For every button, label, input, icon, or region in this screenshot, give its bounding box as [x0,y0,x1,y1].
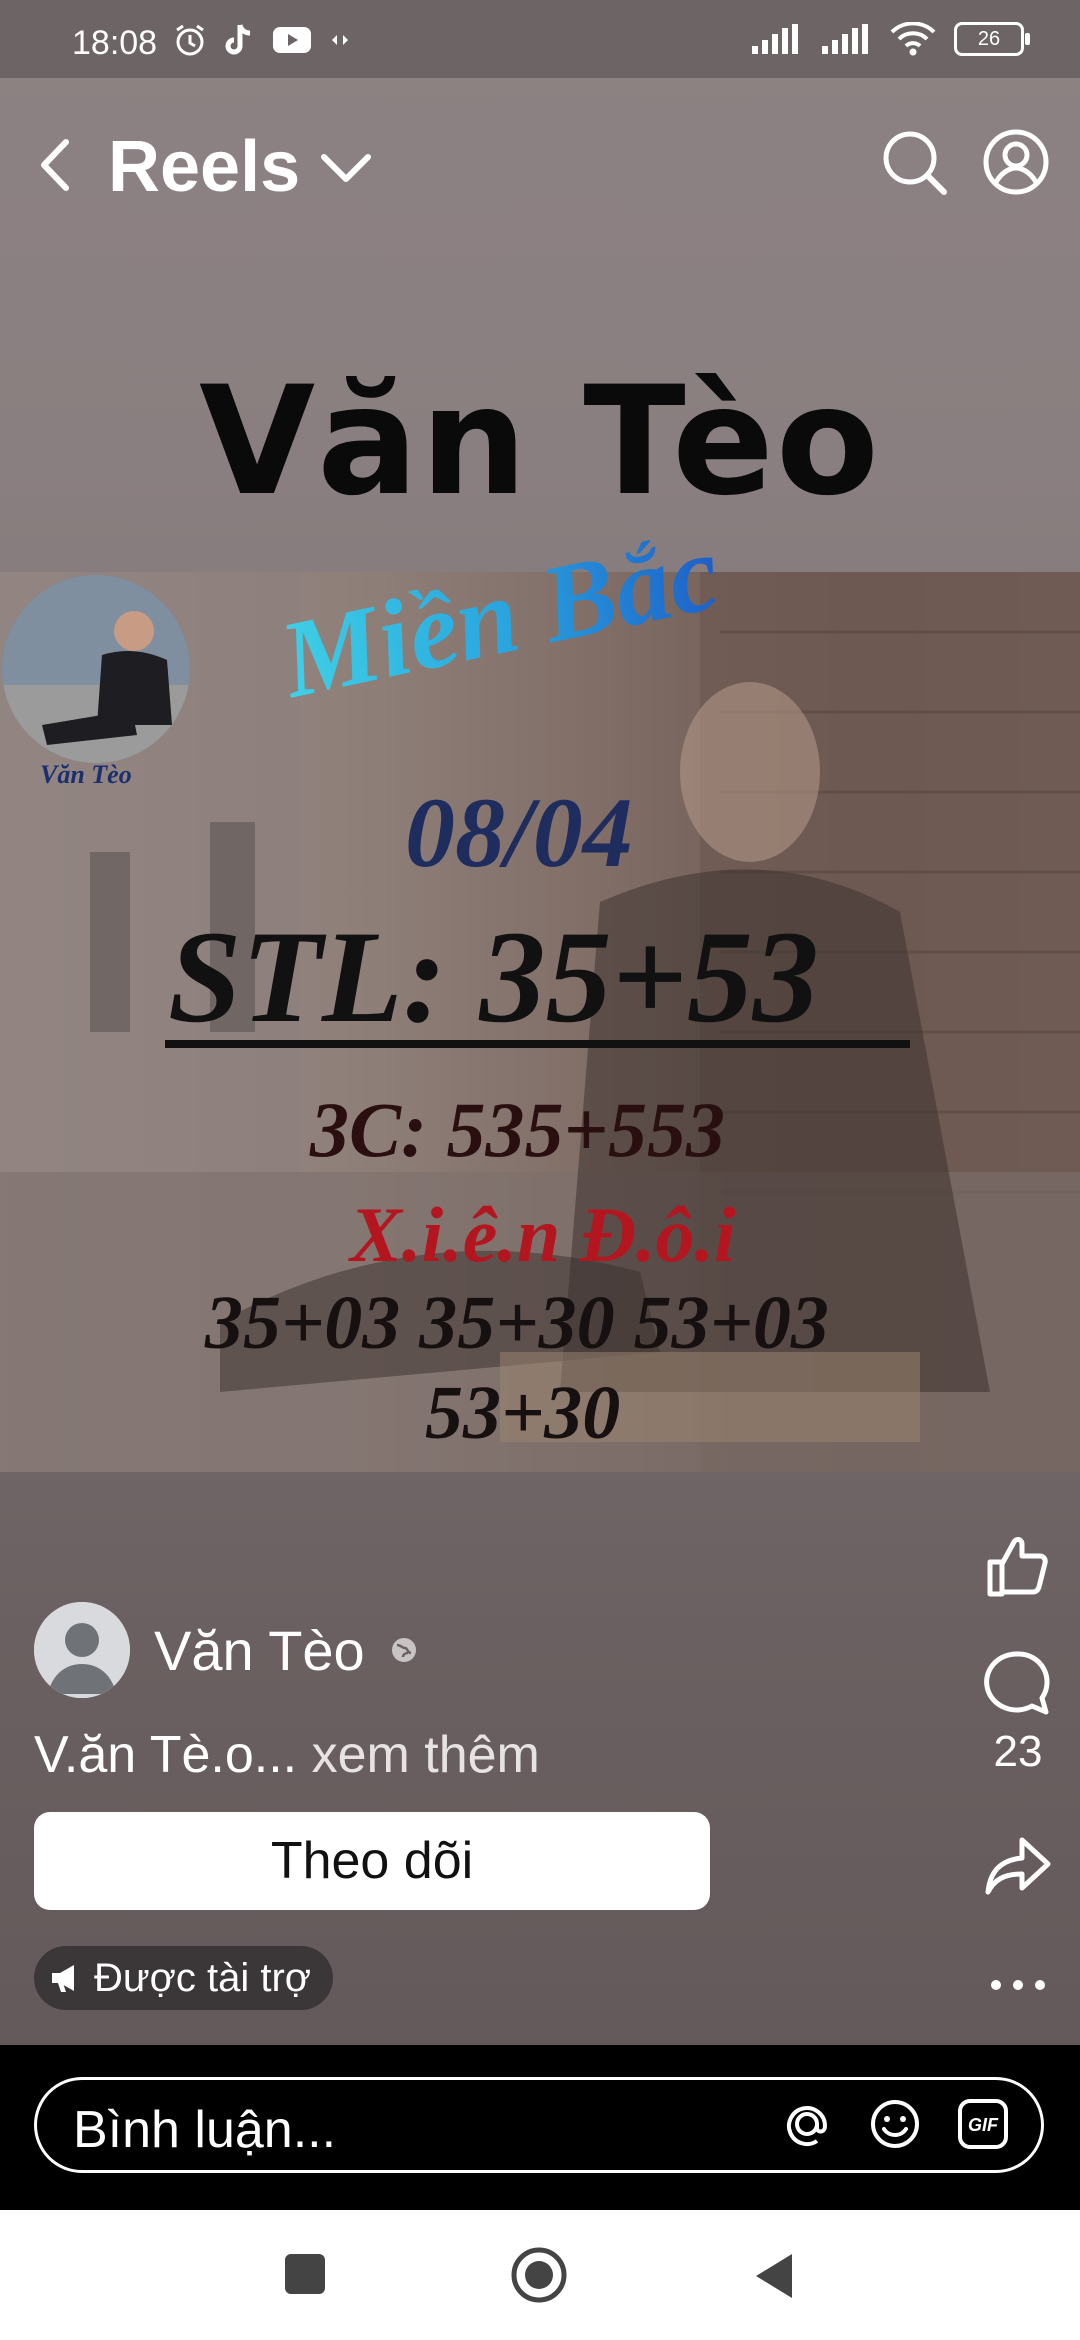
profile-icon[interactable] [982,128,1050,196]
battery-indicator: 26 [954,22,1030,56]
author-name[interactable]: Văn Tèo [154,1618,365,1683]
author-row[interactable]: Văn Tèo [34,1602,419,1698]
more-icon [991,1980,1045,1990]
more-options-button[interactable] [978,1970,1058,2005]
comment-input[interactable]: Bình luận... GIF [34,2077,1044,2173]
sponsored-badge[interactable]: Được tài trợ [34,1946,334,2010]
sponsored-label: Được tài trợ [94,1955,312,2000]
home-icon[interactable] [510,2246,568,2304]
gif-icon[interactable]: GIF [955,2096,1011,2152]
recent-apps-icon[interactable] [283,2252,327,2296]
person-photo-icon [2,575,190,763]
status-system-icons: 26 [750,22,1030,56]
default-avatar-icon [34,1602,130,1698]
status-time: 18:08 [72,24,158,62]
comment-bar: Bình luận... GIF [0,2045,1080,2210]
chevron-down-icon [321,154,372,182]
signal-icon [752,24,798,54]
comment-placeholder: Bình luận... [73,2101,337,2159]
alarm-icon [176,24,204,56]
reels-title-dropdown[interactable]: Reels [108,126,374,208]
reels-header: Reels [0,100,1080,230]
status-notification-icons [172,22,352,58]
reels-screen: 18:08 26 Reels Văn Tèo Văn Tèo Miền Bắc … [0,0,1080,2340]
back-nav-icon[interactable] [752,2252,796,2300]
overlay-pairs-line-2: 53+30 [425,1371,621,1455]
comment-button[interactable]: 23 [978,1648,1058,1777]
reel-overlay-title: Văn Tèo [199,355,881,529]
emoji-icon[interactable] [867,2096,923,2152]
overlay-avatar-label: Văn Tèo [40,760,132,789]
caption-text: V.ăn Tè.o... [34,1726,298,1784]
like-button[interactable] [978,1530,1058,1607]
share-icon [985,1837,1051,1895]
follow-button[interactable]: Theo dõi [34,1812,710,1910]
signal-icon-2 [822,24,868,54]
overlay-xien-text: X.i.ê.n Đ.ô.i [350,1191,736,1278]
page-title: Reels [108,127,301,207]
overlay-3c-text: 3C: 535+553 [310,1086,725,1173]
author-avatar[interactable] [34,1602,130,1698]
tiktok-icon [225,24,251,55]
at-icon[interactable] [779,2096,835,2152]
comment-icon [984,1651,1050,1715]
see-more-link[interactable]: xem thêm [312,1726,540,1784]
comment-count: 23 [993,1727,1043,1776]
header-actions [880,128,1050,196]
overlay-pairs-line-1: 35+03 35+30 53+03 [205,1281,829,1365]
system-nav-bar [0,2210,1080,2340]
share-button[interactable] [978,1830,1058,1907]
overlay-stl-text: STL: 35+53 [168,903,819,1050]
thumbs-up-icon [987,1537,1048,1597]
overlay-avatar-photo [2,575,190,763]
post-caption[interactable]: V.ăn Tè.o... xem thêm [34,1725,540,1785]
wifi-icon [890,22,936,56]
svg-text:GIF: GIF [968,2115,999,2135]
youtube-icon [273,27,311,53]
search-icon[interactable] [880,128,948,196]
overlay-date-text: 08/04 [405,777,633,888]
back-button[interactable] [28,130,88,200]
stl-underline [165,1040,910,1048]
chevron-left-icon [41,139,69,191]
comment-input-actions: GIF [779,2096,1011,2152]
globe-icon [391,1638,416,1662]
data-saver-icon [332,35,348,45]
megaphone-icon [52,1965,74,1992]
status-bar: 18:08 26 [0,0,1080,78]
